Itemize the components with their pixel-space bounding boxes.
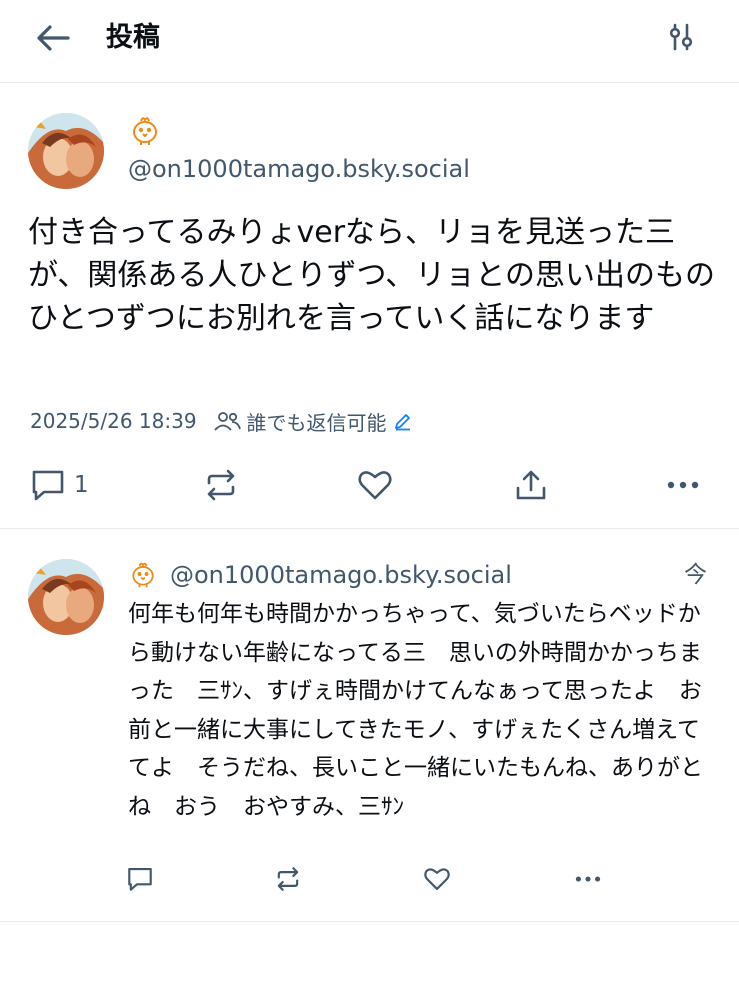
speech-bubble-icon [126, 866, 154, 892]
reply-count: 1 [74, 472, 89, 498]
page-title: 投稿 [106, 22, 160, 53]
pencil-icon[interactable] [393, 411, 413, 431]
reply-button[interactable] [126, 859, 154, 899]
back-button[interactable] [30, 20, 76, 60]
reply-post[interactable]: @on1000tamago.bsky.social 今 何年も何年も時間かかっち… [0, 529, 739, 922]
repost-button[interactable] [274, 859, 302, 899]
reply-author-handle[interactable]: @on1000tamago.bsky.social [170, 559, 512, 591]
heart-icon [357, 468, 393, 502]
speech-bubble-icon [30, 468, 66, 502]
repost-icon [274, 866, 302, 892]
avatar[interactable] [28, 559, 104, 635]
like-button[interactable] [423, 859, 451, 899]
main-post: @on1000tamago.bsky.social 付き合ってるみりょverなら… [0, 83, 739, 529]
ellipsis-icon [666, 480, 700, 490]
reply-button[interactable]: 1 [30, 463, 89, 507]
arrow-left-icon [36, 24, 70, 56]
post-actions: 1 [0, 463, 739, 507]
repost-icon [203, 468, 239, 502]
reply-time: 今 [684, 562, 707, 588]
share-icon [513, 468, 549, 502]
repost-button[interactable] [203, 463, 239, 507]
people-icon [213, 410, 241, 432]
more-button[interactable] [666, 463, 700, 507]
post-text: 付き合ってるみりょverなら、リョを見送った三が、関係ある人ひとりずつ、リョとの… [28, 215, 715, 336]
reply-text: 何年も何年も時間かかっちゃって、気づいたらベッドから動けない年齢になってる三 思… [128, 601, 703, 820]
post-meta: 2025/5/26 18:39 誰でも返信可能 [30, 405, 413, 437]
reply-actions [0, 859, 739, 899]
avatar[interactable] [28, 113, 104, 189]
chick-icon [128, 113, 162, 147]
thread-settings-button[interactable] [660, 18, 702, 60]
more-button[interactable] [573, 859, 603, 899]
chick-icon [128, 559, 158, 589]
post-timestamp: 2025/5/26 18:39 [30, 409, 197, 433]
author-handle[interactable]: @on1000tamago.bsky.social [128, 153, 470, 185]
top-bar: 投稿 [0, 0, 739, 83]
share-button[interactable] [513, 463, 549, 507]
sliders-icon [666, 22, 696, 56]
like-button[interactable] [357, 463, 393, 507]
reply-setting[interactable]: 誰でも返信可能 [247, 407, 387, 436]
ellipsis-icon [573, 875, 603, 883]
heart-icon [423, 866, 451, 892]
